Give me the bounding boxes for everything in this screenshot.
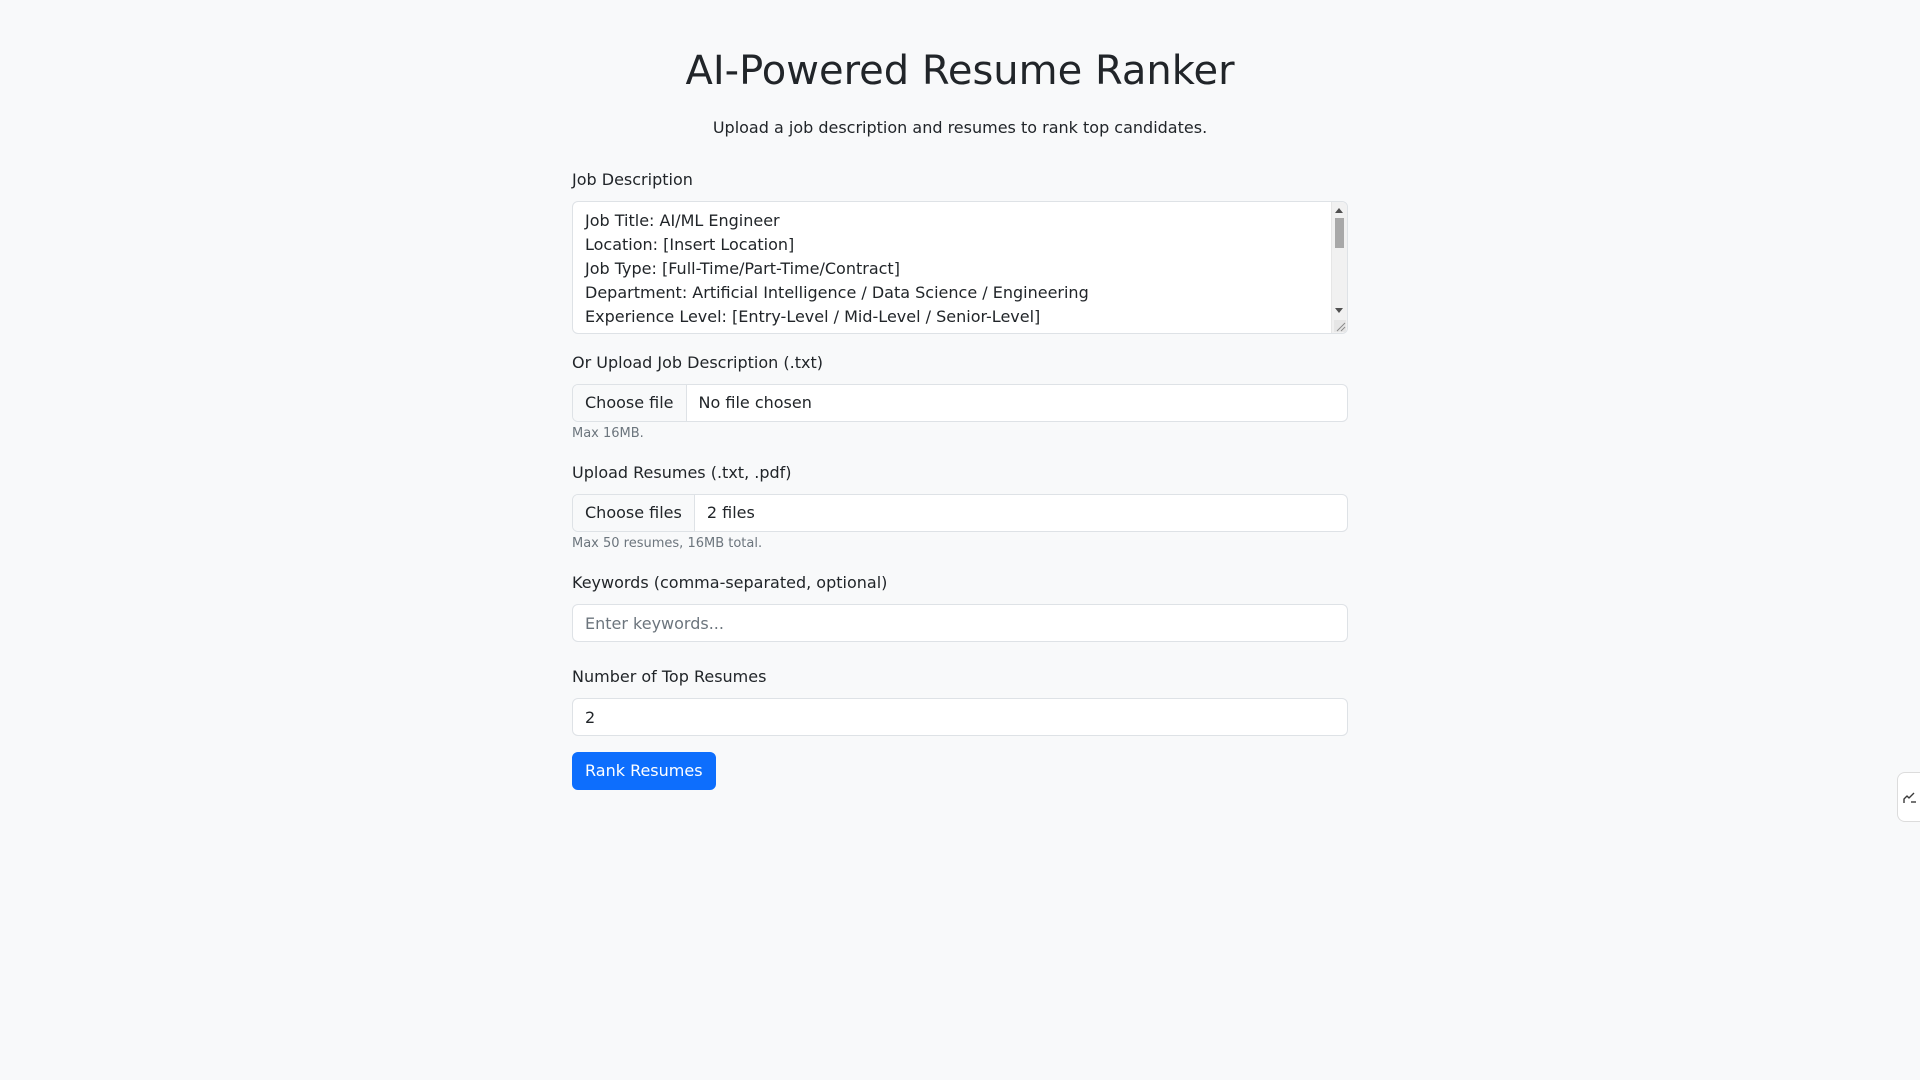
textarea-scrollbar[interactable] <box>1331 202 1347 333</box>
resumes-file-help: Max 50 resumes, 16MB total. <box>572 536 763 551</box>
job-description-line: Location: [Insert Location] <box>585 235 795 254</box>
upload-job-description-label: Or Upload Job Description (.txt) <box>572 353 823 372</box>
choose-file-button[interactable]: Choose file <box>573 385 687 421</box>
upload-resumes-label: Upload Resumes (.txt, .pdf) <box>572 463 792 482</box>
job-description-line: Department: Artificial Intelligence / Da… <box>585 283 1089 302</box>
resize-handle-icon[interactable] <box>1334 320 1346 332</box>
scroll-up-arrow-icon[interactable] <box>1335 208 1343 213</box>
page-title: AI-Powered Resume Ranker <box>685 48 1235 94</box>
top-resumes-input[interactable] <box>572 698 1348 736</box>
page-subtitle: Upload a job description and resumes to … <box>712 118 1208 137</box>
job-description-line: Job Title: AI/ML Engineer <box>585 211 780 230</box>
rank-resumes-button[interactable]: Rank Resumes <box>572 752 716 790</box>
top-resumes-label: Number of Top Resumes <box>572 667 767 686</box>
resumes-file-status: 2 files <box>706 503 755 522</box>
scrollbar-thumb[interactable] <box>1335 218 1344 248</box>
job-description-line: Experience Level: [Entry-Level / Mid-Lev… <box>585 307 1041 326</box>
job-description-line: Job Type: [Full-Time/Part-Time/Contract] <box>585 259 900 278</box>
pen-icon <box>1903 792 1916 803</box>
job-description-textarea[interactable]: Job Title: AI/ML Engineer Location: [Ins… <box>572 201 1348 334</box>
job-description-file-help: Max 16MB. <box>572 426 644 441</box>
keywords-label: Keywords (comma-separated, optional) <box>572 573 888 592</box>
keywords-input[interactable] <box>572 604 1348 642</box>
job-description-file-input[interactable]: Choose file No file chosen <box>572 384 1348 422</box>
job-description-file-status: No file chosen <box>698 393 812 412</box>
job-description-text: Job Title: AI/ML Engineer Location: [Ins… <box>573 202 1347 329</box>
side-widget-tab[interactable] <box>1897 772 1920 822</box>
choose-files-button[interactable]: Choose files <box>573 495 695 531</box>
scroll-down-arrow-icon[interactable] <box>1335 308 1343 313</box>
resumes-file-input[interactable]: Choose files 2 files <box>572 494 1348 532</box>
job-description-label: Job Description <box>572 170 693 189</box>
resume-ranker-form: AI-Powered Resume Ranker Upload a job de… <box>572 0 1348 790</box>
